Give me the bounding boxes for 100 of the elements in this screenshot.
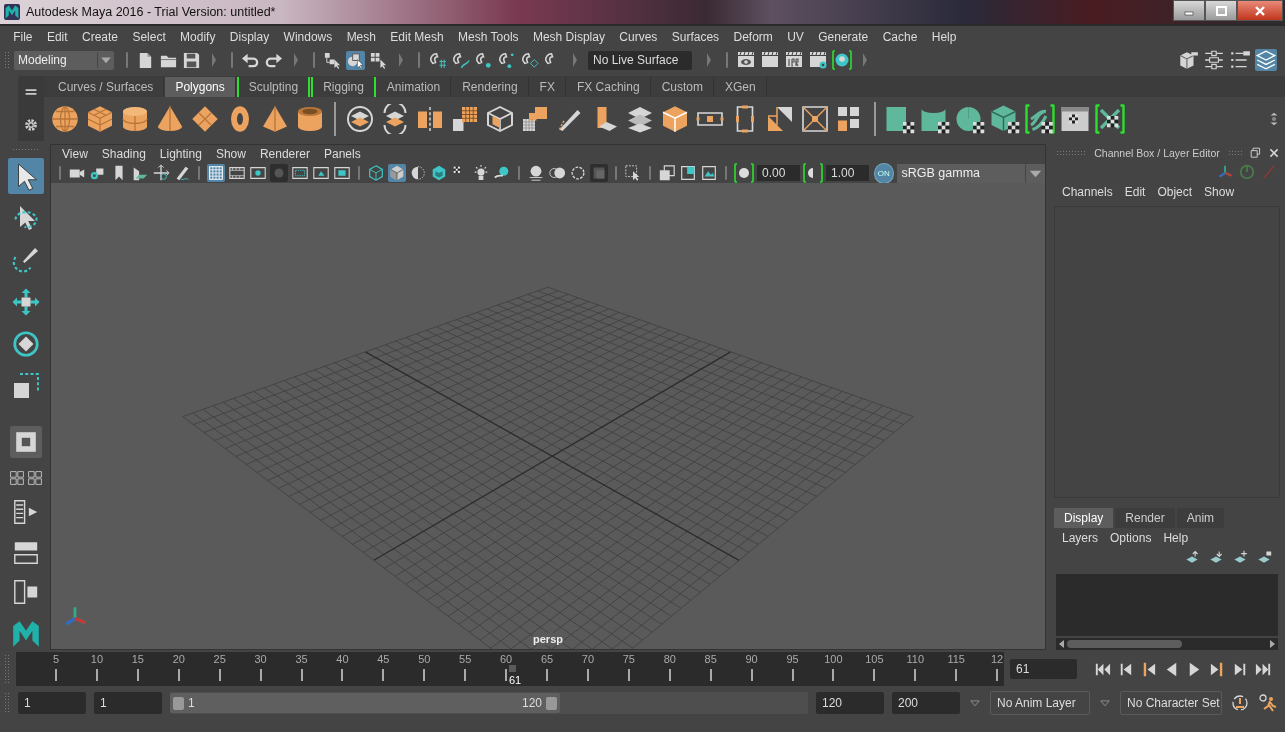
character-set-dropdown[interactable]: No Character Set	[1120, 691, 1222, 715]
shaded-cube-icon[interactable]	[388, 164, 406, 182]
select-object-icon[interactable]	[346, 50, 365, 70]
scroll-right-icon[interactable]	[1270, 640, 1275, 648]
panel-menu-item[interactable]: Show	[208, 147, 253, 161]
close-icon[interactable]	[1268, 147, 1280, 159]
antialias-icon[interactable]	[569, 164, 587, 182]
menu-item[interactable]: Modify	[172, 29, 223, 44]
cone-icon[interactable]	[155, 104, 185, 134]
isolate-icon[interactable]	[624, 164, 642, 182]
menu-item[interactable]: File	[6, 29, 40, 44]
menu-item[interactable]: Surfaces	[664, 29, 727, 44]
playback-start-field[interactable]: 1	[94, 692, 162, 714]
mirror-blocks-icon[interactable]	[415, 104, 445, 134]
layer-tab[interactable]: Anim	[1176, 508, 1225, 528]
scroll-left-icon[interactable]	[1059, 640, 1064, 648]
panel-menu-item[interactable]: Renderer	[252, 147, 317, 161]
menu-item[interactable]: Help	[924, 29, 964, 44]
grid-icon[interactable]	[207, 164, 225, 182]
menu-item[interactable]: UV	[780, 29, 812, 44]
shelf-tab[interactable]: Polygons	[165, 77, 236, 97]
layer-tab[interactable]: Display	[1054, 508, 1114, 528]
side-layout-icon[interactable]	[12, 578, 40, 606]
select-hierarchy-icon[interactable]	[323, 50, 342, 70]
exposure-field[interactable]: 0.00	[757, 165, 800, 181]
menu-item[interactable]: Create	[74, 29, 126, 44]
layers-icon[interactable]	[1255, 49, 1277, 71]
menu-item[interactable]: Edit Mesh	[383, 29, 451, 44]
half-circle-icon[interactable]	[409, 164, 427, 182]
field-chart-icon[interactable]	[291, 164, 309, 182]
plane-icon[interactable]	[190, 104, 220, 134]
anim-layer-dropdown[interactable]: No Anim Layer	[990, 691, 1090, 715]
menu-item[interactable]: Help	[1157, 531, 1195, 545]
menu-item[interactable]: Channels	[1056, 185, 1119, 199]
circle-layers-icon[interactable]	[345, 104, 375, 134]
playback-end-field[interactable]: 120	[816, 692, 884, 714]
clapper-eye-icon[interactable]	[736, 50, 757, 70]
four-pane-layout-icon[interactable]	[27, 470, 43, 486]
gamma-icon[interactable]	[802, 163, 823, 183]
stacked-planes-icon[interactable]	[625, 104, 655, 134]
panel-menu-item[interactable]: View	[55, 147, 95, 161]
safe-title-icon[interactable]	[333, 164, 351, 182]
split-triangles-icon[interactable]	[765, 104, 795, 134]
snap-point-icon[interactable]	[474, 50, 493, 70]
minimize-button[interactable]	[1173, 0, 1205, 21]
snap-grid-icon[interactable]	[428, 50, 447, 70]
menu-item[interactable]: Mesh	[339, 29, 384, 44]
maximize-button[interactable]	[1205, 0, 1237, 21]
add-to-layer-icon[interactable]	[1256, 550, 1272, 566]
gamma-field[interactable]: 1.00	[825, 165, 869, 181]
shelf-tab[interactable]: Rigging	[311, 77, 376, 97]
horizontal-scrollbar[interactable]	[1056, 638, 1278, 650]
menu-item[interactable]: Options	[1104, 531, 1158, 545]
checker-cube-icon[interactable]	[990, 104, 1020, 134]
grip-handle[interactable]	[12, 148, 40, 152]
xray-icon[interactable]	[658, 164, 676, 182]
start-frame-field[interactable]: 1	[18, 692, 86, 714]
safe-action-icon[interactable]	[312, 164, 330, 182]
wire-cube-icon[interactable]	[367, 164, 385, 182]
snap-surface-icon[interactable]	[520, 50, 539, 70]
color-management-toggle[interactable]: ON	[873, 162, 894, 184]
menu-item[interactable]: Mesh Display	[525, 29, 613, 44]
clapper-icon[interactable]	[760, 50, 781, 70]
checker-sphere-icon[interactable]	[955, 104, 985, 134]
menu-item[interactable]: Curves	[612, 29, 665, 44]
panel-menu-item[interactable]: Shading	[94, 147, 153, 161]
save-icon[interactable]	[182, 50, 201, 70]
sphere-icon[interactable]	[50, 104, 80, 134]
menu-item[interactable]: Layers	[1056, 531, 1105, 545]
live-surface-field[interactable]: No Live Surface	[588, 50, 693, 70]
float-icon[interactable]	[1250, 147, 1262, 159]
textured-cube-icon[interactable]	[430, 164, 448, 182]
xray-joint-icon[interactable]	[679, 164, 697, 182]
checker-cross-icon[interactable]	[1095, 104, 1125, 134]
menu-item[interactable]: Display	[222, 29, 277, 44]
snap-curve-icon[interactable]	[451, 50, 470, 70]
layer-move-down-icon[interactable]	[1208, 550, 1224, 566]
menu-set-dropdown[interactable]: Modeling	[14, 50, 114, 70]
modeling-toolkit-icon[interactable]	[1177, 49, 1199, 71]
view-transform-dropdown[interactable]: sRGB gamma	[896, 163, 1045, 183]
clapper-gear-icon[interactable]	[808, 50, 829, 70]
tool-settings-icon[interactable]	[1229, 49, 1251, 71]
pyramid-icon[interactable]	[260, 104, 290, 134]
cube-solid-icon[interactable]	[660, 104, 690, 134]
menu-item[interactable]: Object	[1151, 185, 1199, 199]
new-layer-icon[interactable]	[1232, 550, 1248, 566]
shelf-tab[interactable]: Sculpting	[236, 77, 311, 97]
grid-squares-icon[interactable]	[450, 104, 480, 134]
menu-item[interactable]: Show	[1198, 185, 1241, 199]
image-icon[interactable]	[700, 164, 718, 182]
menu-item[interactable]: Generate	[811, 29, 876, 44]
checker-wave-icon[interactable]	[1025, 104, 1055, 134]
four-pane-layout-icon[interactable]	[9, 470, 25, 486]
menu-item[interactable]: Edit	[1118, 185, 1152, 199]
select-tool-icon[interactable]	[8, 158, 44, 194]
layer-move-up-icon[interactable]	[1184, 550, 1200, 566]
pivot-icon[interactable]	[152, 164, 170, 182]
cube-icon[interactable]	[85, 104, 115, 134]
panel-menu-item[interactable]: Lighting	[152, 147, 209, 161]
occlusion-icon[interactable]	[527, 164, 545, 182]
